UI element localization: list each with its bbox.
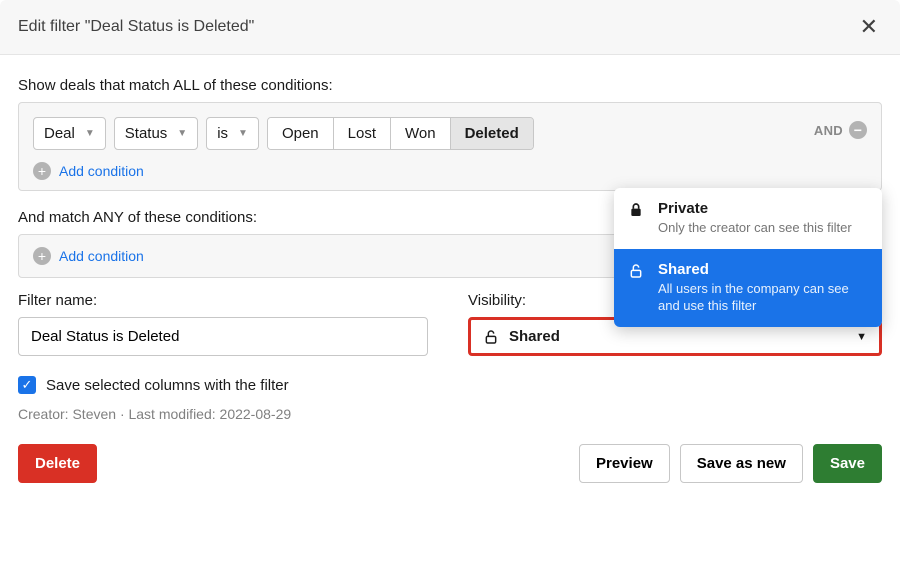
- field-select[interactable]: Deal ▼: [33, 117, 106, 150]
- option-title: Private: [658, 200, 852, 217]
- condition-row: Deal ▼ Status ▼ is ▼ Open Lost Won Delet…: [33, 117, 867, 150]
- filter-name-input[interactable]: [18, 317, 428, 356]
- status-option-lost[interactable]: Lost: [334, 118, 391, 149]
- chevron-down-icon: ▼: [177, 128, 187, 139]
- option-title: Shared: [658, 261, 868, 278]
- footer-right: Preview Save as new Save: [579, 444, 882, 483]
- visibility-option-body: Shared All users in the company can see …: [658, 261, 868, 315]
- join-label: AND: [814, 123, 843, 138]
- plus-icon: +: [33, 162, 51, 180]
- option-desc: All users in the company can see and use…: [658, 280, 868, 315]
- chevron-down-icon: ▼: [85, 128, 95, 139]
- chevron-down-icon: ▼: [856, 331, 867, 343]
- filter-meta: Creator: Steven · Last modified: 2022-08…: [18, 406, 882, 422]
- field-select-value: Deal: [44, 125, 75, 142]
- add-condition-all[interactable]: + Add condition: [33, 162, 867, 180]
- visibility-option-private[interactable]: Private Only the creator can see this fi…: [614, 188, 882, 249]
- status-option-deleted[interactable]: Deleted: [451, 118, 533, 149]
- modal-header: Edit filter "Deal Status is Deleted" ✕: [0, 0, 900, 55]
- attribute-select[interactable]: Status ▼: [114, 117, 198, 150]
- preview-button[interactable]: Preview: [579, 444, 670, 483]
- modal-footer: Delete Preview Save as new Save: [0, 434, 900, 497]
- unlock-icon: [628, 263, 646, 279]
- delete-button[interactable]: Delete: [18, 444, 97, 483]
- all-conditions-box: Deal ▼ Status ▼ is ▼ Open Lost Won Delet…: [18, 102, 882, 191]
- status-option-open[interactable]: Open: [268, 118, 334, 149]
- visibility-option-body: Private Only the creator can see this fi…: [658, 200, 852, 237]
- remove-condition-button[interactable]: −: [849, 121, 867, 139]
- visibility-option-shared[interactable]: Shared All users in the company can see …: [614, 249, 882, 327]
- save-button[interactable]: Save: [813, 444, 882, 483]
- filter-name-label: Filter name:: [18, 292, 432, 309]
- add-condition-label: Add condition: [59, 248, 144, 264]
- modal-title: Edit filter "Deal Status is Deleted": [18, 18, 254, 36]
- plus-icon: +: [33, 247, 51, 265]
- minus-icon: −: [854, 123, 862, 137]
- option-desc: Only the creator can see this filter: [658, 219, 852, 237]
- condition-join: AND −: [814, 121, 867, 139]
- close-icon: ✕: [860, 14, 878, 39]
- visibility-selected: Shared: [509, 328, 560, 345]
- operator-select-value: is: [217, 125, 228, 142]
- save-as-new-button[interactable]: Save as new: [680, 444, 803, 483]
- save-columns-row: ✓ Save selected columns with the filter: [18, 376, 882, 394]
- all-conditions-label: Show deals that match ALL of these condi…: [18, 77, 882, 94]
- filter-name-col: Filter name:: [18, 292, 432, 356]
- status-option-won[interactable]: Won: [391, 118, 451, 149]
- save-columns-label: Save selected columns with the filter: [46, 377, 289, 394]
- check-icon: ✓: [22, 377, 33, 393]
- add-condition-label: Add condition: [59, 163, 144, 179]
- visibility-dropdown: Private Only the creator can see this fi…: [614, 188, 882, 327]
- lock-icon: [628, 202, 646, 218]
- status-value-group: Open Lost Won Deleted: [267, 117, 534, 150]
- operator-select[interactable]: is ▼: [206, 117, 259, 150]
- chevron-down-icon: ▼: [238, 128, 248, 139]
- save-columns-checkbox[interactable]: ✓: [18, 376, 36, 394]
- unlock-icon: [483, 329, 499, 345]
- attribute-select-value: Status: [125, 125, 168, 142]
- close-button[interactable]: ✕: [856, 12, 882, 42]
